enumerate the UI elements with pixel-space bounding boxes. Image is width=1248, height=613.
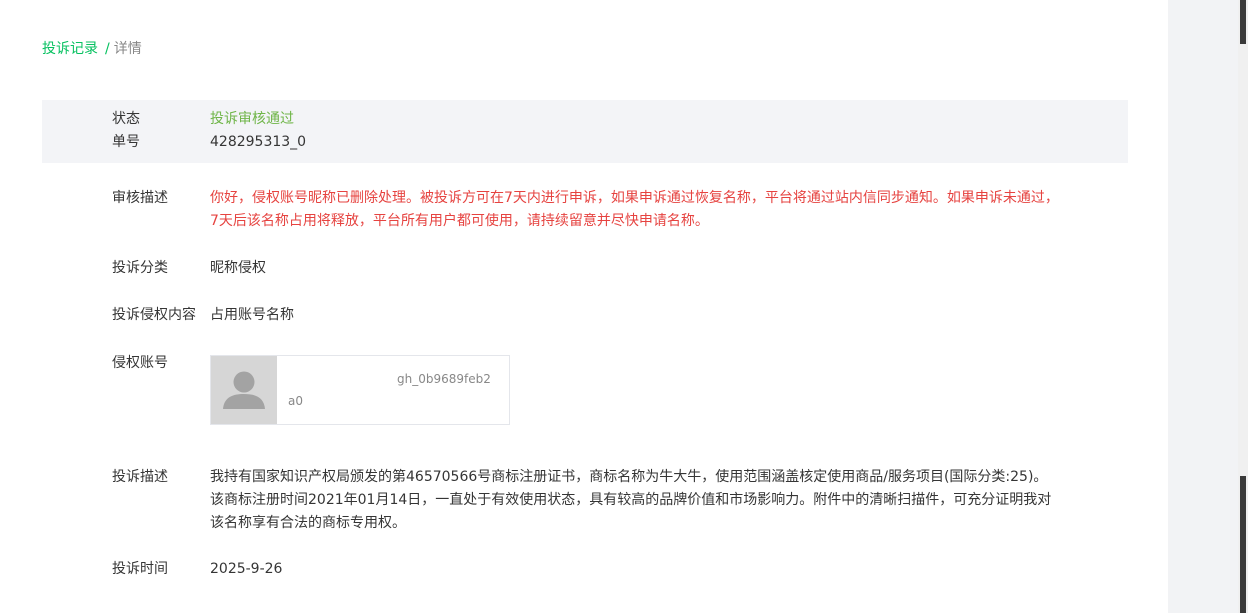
status-label: 状态 — [112, 111, 140, 127]
status-value: 投诉审核通过 — [210, 111, 294, 127]
complaint-description-label: 投诉描述 — [112, 469, 168, 485]
infringing-content-value: 占用账号名称 — [210, 307, 294, 323]
infringing-account-name: gh_0b9689feb2a0 — [288, 372, 491, 408]
status-panel: 状态 投诉审核通过 单号 428295313_0 — [42, 100, 1128, 163]
complaint-time-value: 2025-9-26 — [210, 561, 283, 577]
complaint-category-label: 投诉分类 — [112, 260, 168, 276]
order-number-label: 单号 — [112, 134, 140, 150]
breadcrumb-complaint-records-link[interactable]: 投诉记录 — [42, 41, 98, 57]
scrollbar-thumb[interactable] — [1240, 476, 1246, 613]
complaint-time-label: 投诉时间 — [112, 561, 168, 577]
breadcrumb-current: 详情 — [113, 41, 142, 57]
breadcrumb-separator: / — [105, 41, 110, 57]
infringing-account-label: 侵权账号 — [112, 355, 168, 371]
default-user-avatar-icon — [211, 356, 277, 424]
complaint-detail-page: 投诉记录 / 详情 状态 投诉审核通过 单号 428295313_0 审核描述 你好… — [0, 0, 1168, 613]
review-description-label: 审核描述 — [112, 190, 168, 206]
vertical-scrollbar[interactable] — [1238, 0, 1248, 613]
breadcrumb: 投诉记录 / 详情 — [42, 40, 142, 58]
review-description-text: 你好，侵权账号昵称已删除处理。被投诉方可在7天内进行申诉，如果申诉通过恢复名称，… — [210, 190, 1059, 229]
infringing-content-label: 投诉侵权内容 — [112, 307, 196, 323]
infringing-account-card[interactable]: gh_0b9689feb2a0 — [210, 355, 510, 425]
order-number-value: 428295313_0 — [210, 134, 307, 150]
complaint-description-text: 我持有国家知识产权局颁发的第46570566号商标注册证书，商标名称为牛大牛，使… — [210, 469, 1052, 531]
complaint-category-value: 昵称侵权 — [210, 260, 266, 276]
right-gutter — [1168, 0, 1238, 613]
scrollbar-thumb-top[interactable] — [1240, 0, 1246, 44]
